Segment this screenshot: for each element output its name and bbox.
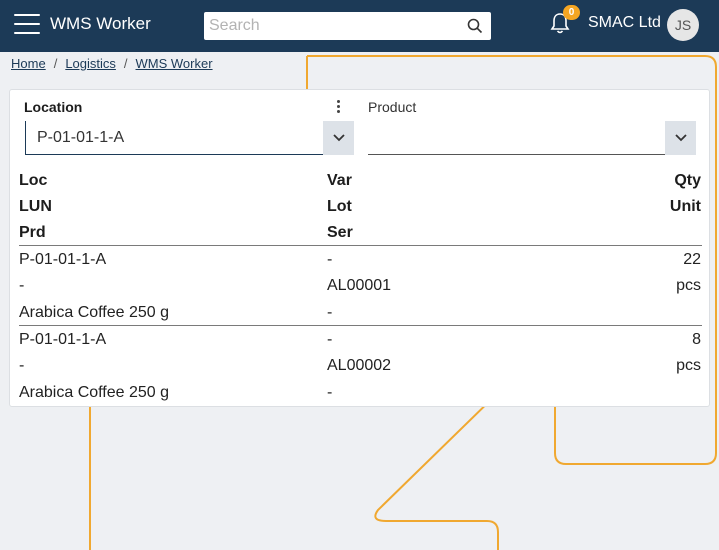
breadcrumb-separator: / (123, 56, 128, 71)
chevron-down-icon (332, 134, 345, 142)
row-lun: - (19, 277, 25, 294)
header-divider (19, 245, 702, 246)
location-value[interactable]: P-01-01-1-A (25, 121, 323, 155)
row-divider (19, 325, 702, 326)
search-box (204, 12, 491, 40)
notification-badge: 0 (563, 5, 580, 20)
menu-icon[interactable] (14, 14, 40, 34)
row-lot: AL00001 (327, 277, 392, 294)
row-var: - (327, 331, 333, 348)
search-input[interactable] (204, 12, 454, 40)
product-label: Product (368, 99, 417, 115)
row-ser: - (327, 304, 333, 321)
product-value[interactable] (368, 121, 665, 155)
row-unit: pcs (676, 357, 701, 374)
breadcrumb: Home / Logistics / WMS Worker (11, 56, 213, 71)
more-options-icon[interactable] (334, 100, 342, 118)
stock-card: Location Product P-01-01-1-A Loc LUN Prd… (9, 89, 710, 407)
app-title: WMS Worker (50, 14, 151, 33)
location-select[interactable]: P-01-01-1-A (25, 121, 354, 155)
breadcrumb-separator: / (53, 56, 58, 71)
row-prd: Arabica Coffee 250 g (19, 384, 170, 401)
row-qty: 8 (692, 331, 701, 348)
row-unit: pcs (676, 277, 701, 294)
header-qty: Qty (674, 172, 701, 189)
search-icon[interactable] (467, 18, 483, 34)
row-var: - (327, 251, 333, 268)
row-prd: Arabica Coffee 250 g (19, 304, 170, 321)
product-dropdown-button[interactable] (665, 121, 696, 155)
header-var: Var (327, 172, 352, 189)
row-qty: 22 (683, 251, 701, 268)
location-dropdown-button[interactable] (323, 121, 354, 155)
header-lot: Lot (327, 198, 352, 215)
header-lun: LUN (19, 198, 52, 215)
company-name[interactable]: SMAC Ltd (588, 14, 661, 32)
chevron-down-icon (674, 134, 687, 142)
row-loc: P-01-01-1-A (19, 331, 107, 348)
location-label: Location (24, 99, 83, 115)
breadcrumb-wms-worker[interactable]: WMS Worker (136, 56, 213, 71)
avatar[interactable]: JS (667, 9, 699, 41)
header-prd: Prd (19, 224, 46, 241)
product-select[interactable] (368, 121, 696, 155)
row-lun: - (19, 357, 25, 374)
breadcrumb-home[interactable]: Home (11, 56, 46, 71)
row-loc: P-01-01-1-A (19, 251, 107, 268)
header-unit: Unit (669, 198, 701, 215)
header-ser: Ser (327, 224, 353, 241)
row-ser: - (327, 384, 333, 401)
breadcrumb-logistics[interactable]: Logistics (65, 56, 116, 71)
top-bar: WMS Worker 0 SMAC Ltd JS (0, 0, 719, 52)
row-lot: AL00002 (327, 357, 392, 374)
header-loc: Loc (19, 172, 48, 189)
